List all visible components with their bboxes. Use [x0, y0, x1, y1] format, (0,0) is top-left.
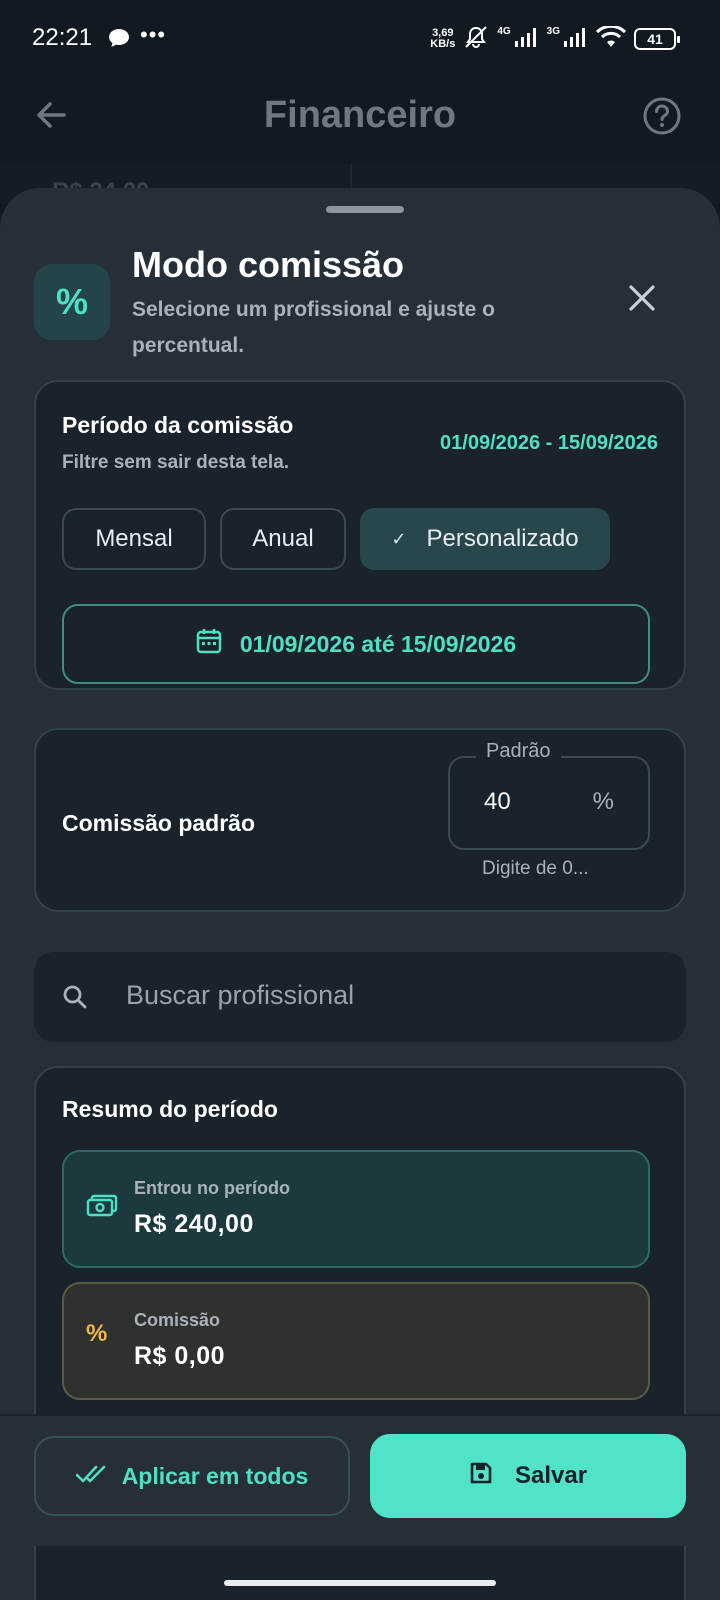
input-label: Padrão: [476, 740, 561, 763]
wifi-icon: [595, 24, 627, 53]
save-icon: [469, 1461, 493, 1492]
close-icon[interactable]: [628, 284, 656, 317]
sheet-title: Modo comissão: [132, 244, 405, 285]
search-placeholder: Buscar profissional: [126, 980, 355, 1010]
search-icon: [62, 984, 88, 1015]
network-type-2: 3G: [546, 25, 560, 37]
muted-alarm-icon: [463, 25, 489, 54]
save-label: Salvar: [514, 1462, 588, 1489]
period-subtitle: Filtre sem sair desta tela.: [62, 452, 290, 473]
home-indicator[interactable]: [224, 1580, 496, 1586]
date-range-button[interactable]: 01/09/2026 até 15/09/2026: [62, 604, 650, 684]
commission-sheet: % Modo comissão Selecione um profissiona…: [0, 188, 720, 1600]
summary-item-value: R$ 0,00: [134, 1342, 226, 1370]
default-commission-label: Comissão padrão: [62, 810, 255, 836]
signal-icon: [564, 27, 588, 52]
chip-anual[interactable]: Anual: [220, 508, 346, 570]
input-unit: %: [592, 788, 614, 815]
default-commission-card: Comissão padrão Padrão 40 % Digite de 0.…: [34, 728, 686, 912]
action-bar: Aplicar em todos Salvar: [0, 1414, 720, 1546]
network-type-1: 4G: [497, 25, 511, 37]
summary-item-label: Comissão: [134, 1310, 221, 1330]
default-commission-input[interactable]: Padrão 40 %: [448, 740, 650, 850]
percent-icon: %: [86, 1320, 108, 1347]
calendar-icon: [196, 628, 222, 660]
money-icon: [86, 1194, 118, 1223]
date-range-label: 01/09/2026 até 15/09/2026: [239, 630, 517, 657]
network-speed: 3,69 KB/s: [430, 28, 455, 50]
drag-handle[interactable]: [326, 206, 404, 213]
summary-item-income: Entrou no período R$ 240,00: [62, 1150, 650, 1268]
chip-label: Personalizado: [426, 525, 579, 552]
status-bar: 22:21 ••• 3,69 KB/s 4G 3G 41: [0, 0, 720, 80]
period-range: 01/09/2026 - 15/09/2026: [440, 432, 658, 454]
status-time: 22:21: [32, 24, 93, 51]
chat-bubble-icon: [108, 28, 130, 53]
status-icons: 3,69 KB/s 4G 3G 41: [430, 24, 680, 54]
app-bar: Financeiro: [0, 80, 720, 164]
check-icon: ✓: [391, 528, 407, 549]
period-card: Período da comissão Filtre sem sair dest…: [34, 380, 686, 690]
chip-label: Anual: [252, 525, 314, 552]
summary-item-value: R$ 240,00: [134, 1210, 254, 1238]
double-check-icon: [75, 1463, 106, 1490]
sheet-subtitle: Selecione um profissional e ajuste o per…: [132, 298, 495, 357]
more-notifications-icon: •••: [140, 22, 167, 47]
summary-item-label: Entrou no período: [134, 1178, 290, 1198]
save-button[interactable]: Salvar: [370, 1434, 686, 1518]
chip-label: Mensal: [95, 525, 173, 552]
summary-item-commission: % Comissão R$ 0,00: [62, 1282, 650, 1400]
percent-icon: %: [34, 264, 110, 340]
chip-mensal[interactable]: Mensal: [62, 508, 206, 570]
apply-all-button[interactable]: Aplicar em todos: [34, 1436, 350, 1516]
search-input[interactable]: Buscar profissional: [34, 952, 686, 1042]
page-title: Financeiro: [263, 94, 457, 136]
input-value: 40: [484, 788, 511, 815]
battery-icon: 41: [634, 28, 680, 50]
speed-unit: KB/s: [430, 38, 456, 50]
help-icon[interactable]: [642, 96, 682, 141]
apply-all-label: Aplicar em todos: [121, 1462, 309, 1489]
input-helper: Digite de 0...: [482, 858, 589, 879]
summary-title: Resumo do período: [62, 1096, 278, 1122]
period-title: Período da comissão: [62, 412, 294, 438]
signal-icon: [514, 27, 539, 52]
chip-personalizado[interactable]: ✓ Personalizado: [360, 508, 610, 570]
